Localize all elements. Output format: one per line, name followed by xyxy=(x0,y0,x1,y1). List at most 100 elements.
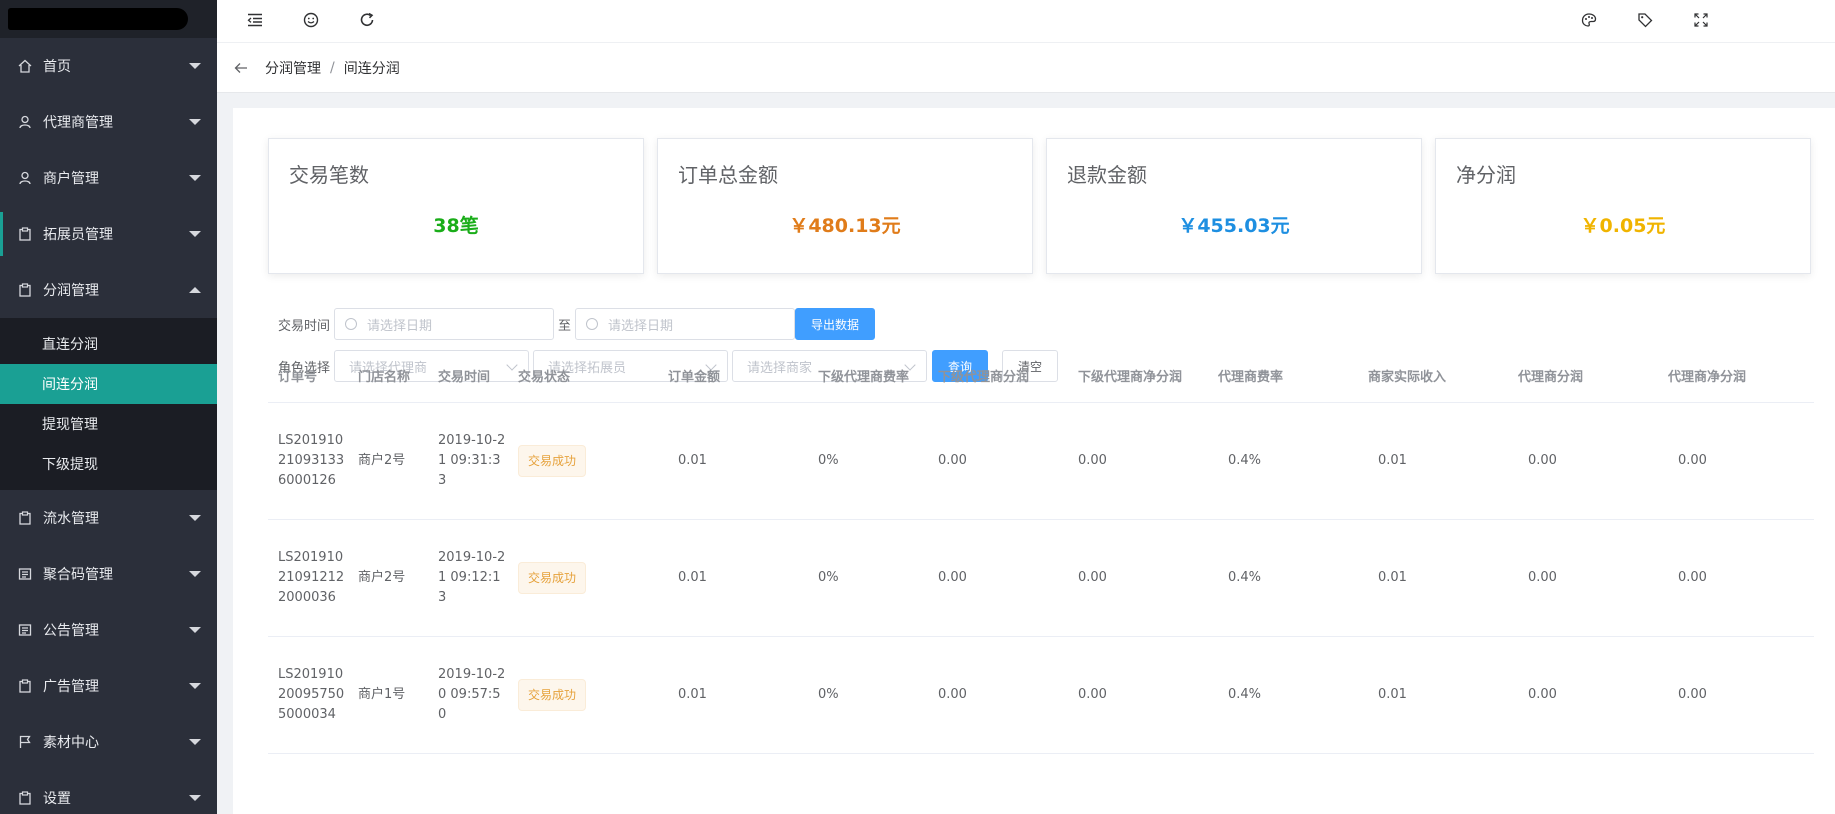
time-cell: 2019-10-21 09:31:33 xyxy=(438,433,506,488)
column-header: 交易时间 xyxy=(438,369,491,385)
agent-rate-cell: 0.4% xyxy=(1228,687,1262,702)
sidebar-subitem-label: 提现管理 xyxy=(42,417,98,433)
app-root: 首页 代理商管理 商户管理 拓展员管理 分润管理 直连分润 间连分润 提现管理 xyxy=(0,0,1835,814)
column-header: 下级代理商分润 xyxy=(938,369,1030,385)
breadcrumb-parent[interactable]: 分润管理 xyxy=(265,58,321,78)
main-panel: 交易笔数 38笔 订单总金额 ￥480.13元 退款金额 ￥455.03元 净分… xyxy=(233,108,1835,814)
sidebar-subitem-indirect-profit[interactable]: 间连分润 xyxy=(0,364,217,404)
clock-icon xyxy=(345,318,357,330)
sidebar-subitem-withdrawals[interactable]: 提现管理 xyxy=(0,404,217,444)
refresh-icon[interactable] xyxy=(355,8,379,32)
column-header: 商家实际收入 xyxy=(1368,369,1447,385)
sidebar-item-expanders[interactable]: 拓展员管理 xyxy=(0,206,217,262)
breadcrumb-separator: / xyxy=(330,59,335,76)
store-cell: 商户2号 xyxy=(358,453,406,468)
table-row: LS201910210931336000126 商户2号 2019-10-21 … xyxy=(268,403,1814,520)
sidebar-item-profit[interactable]: 分润管理 xyxy=(0,262,217,318)
card-value: ￥0.05元 xyxy=(1580,215,1666,237)
sub-share-cell: 0.00 xyxy=(938,570,967,585)
export-button[interactable]: 导出数据 xyxy=(795,308,876,340)
agent-net-cell: 0.00 xyxy=(1678,570,1707,585)
sidebar-item-label: 代理商管理 xyxy=(43,115,113,131)
start-date-input[interactable]: 请选择日期 xyxy=(334,308,554,340)
summary-cards: 交易笔数 38笔 订单总金额 ￥480.13元 退款金额 ￥455.03元 净分… xyxy=(268,138,1811,274)
flag-icon xyxy=(18,735,32,749)
sidebar-item-ads[interactable]: 广告管理 xyxy=(0,658,217,714)
sidebar-item-notices[interactable]: 公告管理 xyxy=(0,602,217,658)
sidebar-subitem-label: 直连分润 xyxy=(42,337,98,353)
sidebar-item-materials[interactable]: 素材中心 xyxy=(0,714,217,770)
caret-down-icon xyxy=(189,795,201,801)
caret-up-icon xyxy=(189,287,201,293)
agent-share-cell: 0.00 xyxy=(1528,453,1557,468)
table-header: 订单号 门店名称 交易时间 交易状态 订单金额 下级代理商费率 下级代理商分润 … xyxy=(268,353,1814,403)
order-no-cell: LS201910200957505000034 xyxy=(278,667,345,722)
palette-icon[interactable] xyxy=(1577,8,1601,32)
table-row: LS201910210912122000036 商户2号 2019-10-21 … xyxy=(268,520,1814,637)
sidebar-item-flow[interactable]: 流水管理 xyxy=(0,490,217,546)
sidebar-item-label: 流水管理 xyxy=(43,511,99,527)
sidebar-item-merchants[interactable]: 商户管理 xyxy=(0,150,217,206)
sidebar-item-label: 素材中心 xyxy=(43,735,99,751)
smiley-icon[interactable] xyxy=(299,8,323,32)
clipboard-icon xyxy=(18,283,32,297)
caret-down-icon xyxy=(189,119,201,125)
tag-icon[interactable] xyxy=(1633,8,1657,32)
card-transaction-count: 交易笔数 38笔 xyxy=(268,138,644,274)
sidebar: 首页 代理商管理 商户管理 拓展员管理 分润管理 直连分润 间连分润 提现管理 xyxy=(0,0,217,814)
agent-rate-cell: 0.4% xyxy=(1228,570,1262,585)
caret-down-icon xyxy=(189,175,201,181)
caret-down-icon xyxy=(189,63,201,69)
card-value: ￥455.03元 xyxy=(1178,215,1290,237)
clipboard-icon xyxy=(18,679,32,693)
sidebar-subitem-direct-profit[interactable]: 直连分润 xyxy=(0,324,217,364)
table-row: LS201910200957505000034 商户1号 2019-10-20 … xyxy=(268,637,1814,754)
column-header: 订单号 xyxy=(278,369,318,385)
sidebar-item-home[interactable]: 首页 xyxy=(0,38,217,94)
store-cell: 商户1号 xyxy=(358,687,406,702)
start-date-placeholder: 请选择日期 xyxy=(367,318,433,334)
notice-icon xyxy=(18,623,32,637)
card-title: 订单总金额 xyxy=(678,163,778,187)
sub-rate-cell: 0% xyxy=(818,453,839,468)
agent-rate-cell: 0.4% xyxy=(1228,453,1262,468)
user-icon xyxy=(18,171,32,185)
time-cell: 2019-10-20 09:57:50 xyxy=(438,667,506,722)
card-refund-amount: 退款金额 ￥455.03元 xyxy=(1046,138,1422,274)
end-date-placeholder: 请选择日期 xyxy=(608,318,674,334)
profit-submenu: 直连分润 间连分润 提现管理 下级提现 xyxy=(0,318,217,490)
sidebar-item-label: 公告管理 xyxy=(43,623,99,639)
qrcode-icon xyxy=(18,567,32,581)
sidebar-item-label: 设置 xyxy=(43,791,71,807)
sidebar-item-label: 拓展员管理 xyxy=(43,227,113,243)
home-icon xyxy=(18,59,32,73)
clock-icon xyxy=(586,318,599,330)
sidebar-item-label: 首页 xyxy=(43,59,71,75)
order-no-cell: LS201910210912122000036 xyxy=(278,550,345,605)
breadcrumb-current: 间连分润 xyxy=(343,60,400,77)
end-date-input[interactable]: 请选择日期 xyxy=(575,308,796,340)
caret-down-icon xyxy=(189,231,201,237)
sub-net-cell: 0.00 xyxy=(1078,453,1107,468)
sub-net-cell: 0.00 xyxy=(1078,687,1107,702)
sub-share-cell: 0.00 xyxy=(938,453,967,468)
fullscreen-icon[interactable] xyxy=(1689,8,1713,32)
column-header: 代理商费率 xyxy=(1218,369,1284,385)
top-header xyxy=(217,0,1835,43)
sidebar-item-settings[interactable]: 设置 xyxy=(0,770,217,814)
collapse-menu-icon[interactable] xyxy=(243,8,267,32)
sidebar-item-label: 广告管理 xyxy=(43,679,99,695)
merchant-income-cell: 0.01 xyxy=(1378,570,1407,585)
merchant-income-cell: 0.01 xyxy=(1378,453,1407,468)
clipboard-icon xyxy=(18,227,32,241)
column-header: 代理商分润 xyxy=(1518,369,1584,385)
caret-down-icon xyxy=(189,571,201,577)
store-cell: 商户2号 xyxy=(358,570,406,585)
agent-net-cell: 0.00 xyxy=(1678,453,1707,468)
sidebar-item-qrcode[interactable]: 聚合码管理 xyxy=(0,546,217,602)
time-label: 交易时间 xyxy=(277,318,330,334)
card-title: 交易笔数 xyxy=(289,163,369,187)
sidebar-subitem-sub-withdrawals[interactable]: 下级提现 xyxy=(0,444,217,484)
sidebar-item-agents[interactable]: 代理商管理 xyxy=(0,94,217,150)
back-arrow-icon[interactable] xyxy=(231,58,251,78)
